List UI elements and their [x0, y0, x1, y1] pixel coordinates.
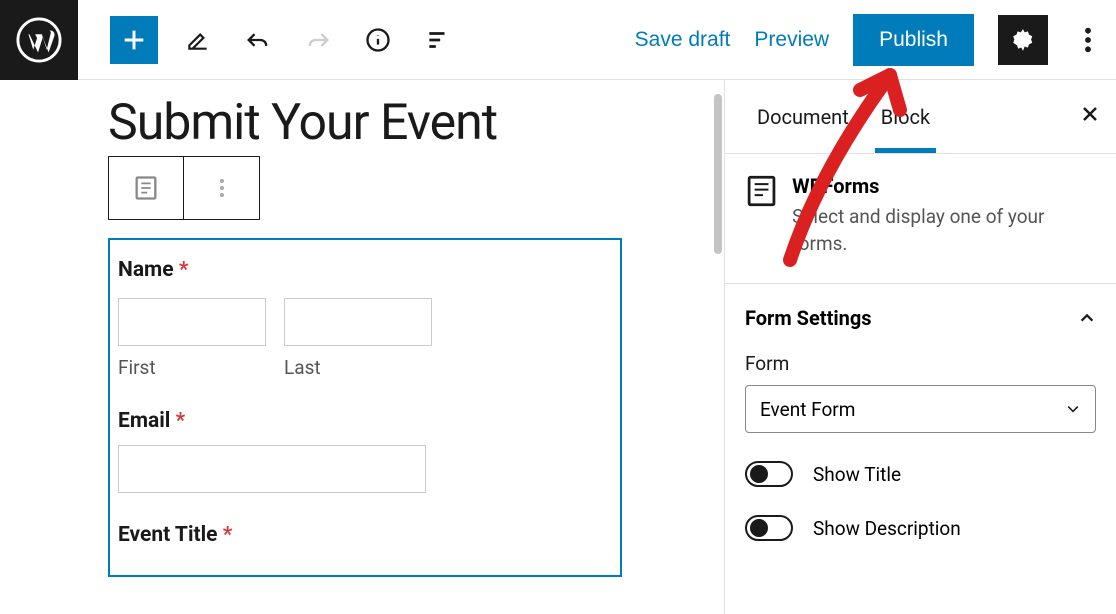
undo-button[interactable]	[238, 20, 278, 60]
page-title[interactable]: Submit Your Event	[108, 94, 724, 152]
form-select-label: Form	[745, 352, 1096, 375]
kebab-icon	[1084, 26, 1092, 54]
event-title-field-label: Event Title *	[118, 523, 612, 547]
tab-block[interactable]: Block	[865, 83, 946, 151]
publish-button[interactable]: Publish	[853, 14, 974, 66]
close-icon	[1080, 104, 1100, 124]
kebab-icon	[219, 176, 225, 200]
first-name-input[interactable]	[118, 298, 266, 346]
save-draft-button[interactable]: Save draft	[635, 28, 731, 52]
form-select[interactable]: Event Form	[745, 385, 1096, 433]
block-info-panel: WPForms Select and display one of your f…	[725, 154, 1116, 284]
form-settings-panel-header[interactable]: Form Settings	[725, 284, 1116, 352]
plus-icon	[120, 26, 148, 54]
tab-document[interactable]: Document	[741, 83, 865, 151]
block-toolbar	[108, 156, 260, 220]
name-field-label: Name *	[118, 258, 612, 282]
wordpress-icon	[16, 17, 62, 63]
gear-icon	[1010, 27, 1036, 53]
last-name-sublabel: Last	[284, 356, 432, 379]
wordpress-logo[interactable]	[0, 0, 78, 80]
wpforms-icon	[745, 174, 778, 208]
form-select-value: Event Form	[760, 398, 855, 421]
email-input[interactable]	[118, 445, 426, 493]
form-block-icon	[132, 174, 160, 202]
top-toolbar: Save draft Preview Publish	[0, 0, 1116, 80]
info-button[interactable]	[358, 20, 398, 60]
chevron-up-icon	[1078, 309, 1096, 327]
block-description: Select and display one of your forms.	[792, 204, 1096, 257]
more-options-button[interactable]	[1072, 20, 1104, 60]
preview-button[interactable]: Preview	[754, 28, 829, 52]
chevron-down-icon	[1065, 401, 1081, 417]
first-name-sublabel: First	[118, 356, 266, 379]
outline-button[interactable]	[418, 20, 458, 60]
show-title-label: Show Title	[813, 463, 901, 486]
close-sidebar-button[interactable]	[1080, 104, 1100, 130]
wpforms-block[interactable]: Name * First Last Email *	[108, 238, 622, 577]
last-name-input[interactable]	[284, 298, 432, 346]
settings-button[interactable]	[998, 15, 1048, 65]
show-description-toggle[interactable]	[745, 515, 793, 541]
redo-icon	[304, 26, 332, 54]
show-description-toggle-row: Show Description	[745, 515, 1096, 541]
block-more-button[interactable]	[184, 157, 259, 219]
undo-icon	[244, 26, 272, 54]
redo-button[interactable]	[298, 20, 338, 60]
sidebar-tabs: Document Block	[725, 80, 1116, 154]
panel-title: Form Settings	[745, 306, 872, 330]
edit-mode-button[interactable]	[178, 20, 218, 60]
email-field-label: Email *	[118, 409, 612, 433]
show-title-toggle-row: Show Title	[745, 461, 1096, 487]
list-view-icon	[425, 27, 451, 53]
block-name: WPForms	[792, 174, 1096, 198]
settings-sidebar: Document Block WPForms Select and displa…	[724, 80, 1116, 614]
scrollbar[interactable]	[714, 94, 722, 254]
editor-canvas: Submit Your Event Name * First Last	[0, 80, 724, 614]
pencil-icon	[185, 27, 211, 53]
add-block-button[interactable]	[110, 16, 158, 64]
form-settings-panel-body: Form Event Form Show Title Show Descript…	[725, 352, 1116, 541]
show-title-toggle[interactable]	[745, 461, 793, 487]
block-type-button[interactable]	[109, 157, 184, 219]
show-description-label: Show Description	[813, 517, 961, 540]
info-icon	[364, 26, 392, 54]
